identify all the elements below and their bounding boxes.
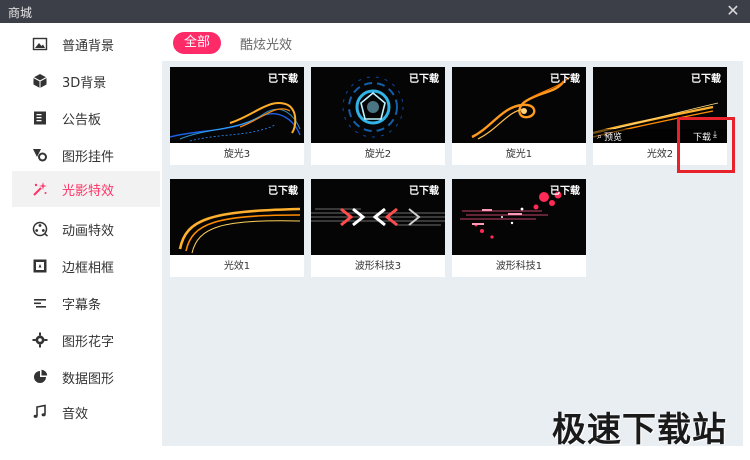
sidebar-item-3d-background[interactable]: 3D背景 xyxy=(12,63,160,99)
sidebar-item-label: 音效 xyxy=(62,406,89,422)
effect-card-swirl-3[interactable]: 已下载 旋光3 xyxy=(170,67,304,165)
sparkle-icon xyxy=(32,181,48,197)
sidebar-item-shape-pendants[interactable]: 图形挂件 xyxy=(12,137,160,173)
preview-button[interactable]: ⌕ 预览 xyxy=(597,130,623,144)
downloaded-badge: 已下载 xyxy=(409,74,439,85)
sidebar-item-animation-effects[interactable]: 动画特效 xyxy=(12,211,160,247)
music-note-icon xyxy=(32,404,48,420)
sidebar-item-label: 公告板 xyxy=(62,112,102,128)
effect-card-light-1[interactable]: 已下载 光效1 xyxy=(170,179,304,277)
sidebar-item-sound-effects[interactable]: 音效 xyxy=(12,394,160,430)
title-bar: 商城 ✕ xyxy=(0,0,750,23)
board-icon xyxy=(32,110,48,126)
download-highlight-box xyxy=(677,117,735,173)
effect-card-waveform-tech-3[interactable]: 已下载 波形科技3 xyxy=(311,179,445,277)
downloaded-badge: 已下载 xyxy=(550,186,580,197)
tab-all[interactable]: 全部 xyxy=(173,32,221,54)
sidebar-item-border-frames[interactable]: 边框相框 xyxy=(12,248,160,284)
effect-card-waveform-tech-1[interactable]: 已下载 波形科技1 xyxy=(452,179,586,277)
effect-card-name: 波形科技1 xyxy=(495,261,543,272)
tab-cool-light-effects[interactable]: 酷炫光效 xyxy=(240,34,292,53)
film-reel-icon xyxy=(32,221,48,237)
downloaded-badge: 已下载 xyxy=(268,186,298,197)
effect-card-name: 波形科技3 xyxy=(354,261,402,272)
close-icon[interactable]: ✕ xyxy=(724,2,742,20)
category-tabs: 全部 酷炫光效 xyxy=(162,23,750,61)
sidebar-item-label: 字幕条 xyxy=(62,297,102,313)
sidebar: 普通背景 3D背景 公告板 图形挂件 光影特效 动画特效 边框相框 字幕条 图形… xyxy=(0,23,162,460)
sidebar-item-data-graphics[interactable]: 数据图形 xyxy=(12,359,160,395)
downloaded-badge: 已下载 xyxy=(268,74,298,85)
effect-card-name: 旋光3 xyxy=(223,149,251,160)
sidebar-item-label: 图形花字 xyxy=(62,334,115,350)
sidebar-item-label: 边框相框 xyxy=(62,260,115,276)
preview-label: 预览 xyxy=(604,133,623,143)
effect-card-name: 旋光2 xyxy=(364,149,392,160)
sidebar-item-label: 光影特效 xyxy=(62,183,115,199)
pie-chart-icon xyxy=(32,369,48,385)
shapes-icon xyxy=(32,147,48,163)
magnifier-icon: ⌕ xyxy=(597,131,603,142)
frame-icon xyxy=(32,258,48,274)
sidebar-item-bulletin-board[interactable]: 公告板 xyxy=(12,100,160,136)
cube-icon xyxy=(32,73,48,89)
subtitle-bar-icon xyxy=(32,295,48,311)
sidebar-item-label: 普通背景 xyxy=(62,38,115,54)
sidebar-item-subtitle-bar[interactable]: 字幕条 xyxy=(12,285,160,321)
watermark: 极速下载站 xyxy=(552,410,727,450)
sidebar-item-label: 3D背景 xyxy=(62,75,107,91)
effect-card-name: 光效1 xyxy=(223,261,251,272)
downloaded-badge: 已下载 xyxy=(409,186,439,197)
image-icon xyxy=(32,36,48,52)
gear-flower-icon xyxy=(32,332,48,348)
sidebar-item-label: 图形挂件 xyxy=(62,149,115,165)
sidebar-item-light-effects[interactable]: 光影特效 xyxy=(12,171,160,207)
sidebar-item-normal-background[interactable]: 普通背景 xyxy=(12,26,160,62)
effect-card-name: 旋光1 xyxy=(505,149,533,160)
effect-card-swirl-1[interactable]: 已下载 旋光1 xyxy=(452,67,586,165)
downloaded-badge: 已下载 xyxy=(550,74,580,85)
window-title: 商城 xyxy=(8,6,33,20)
sidebar-item-label: 动画特效 xyxy=(62,223,115,239)
downloaded-badge: 已下载 xyxy=(691,74,721,85)
effect-card-swirl-2[interactable]: 已下载 旋光2 xyxy=(311,67,445,165)
sidebar-item-graphic-text[interactable]: 图形花字 xyxy=(12,322,160,358)
sidebar-item-label: 数据图形 xyxy=(62,371,115,387)
effects-grid: 已下载 旋光3 已下载 旋光2 已下载 旋光1 ⌕ 预览 下载 ⤓ 已下载 光效… xyxy=(162,61,743,446)
